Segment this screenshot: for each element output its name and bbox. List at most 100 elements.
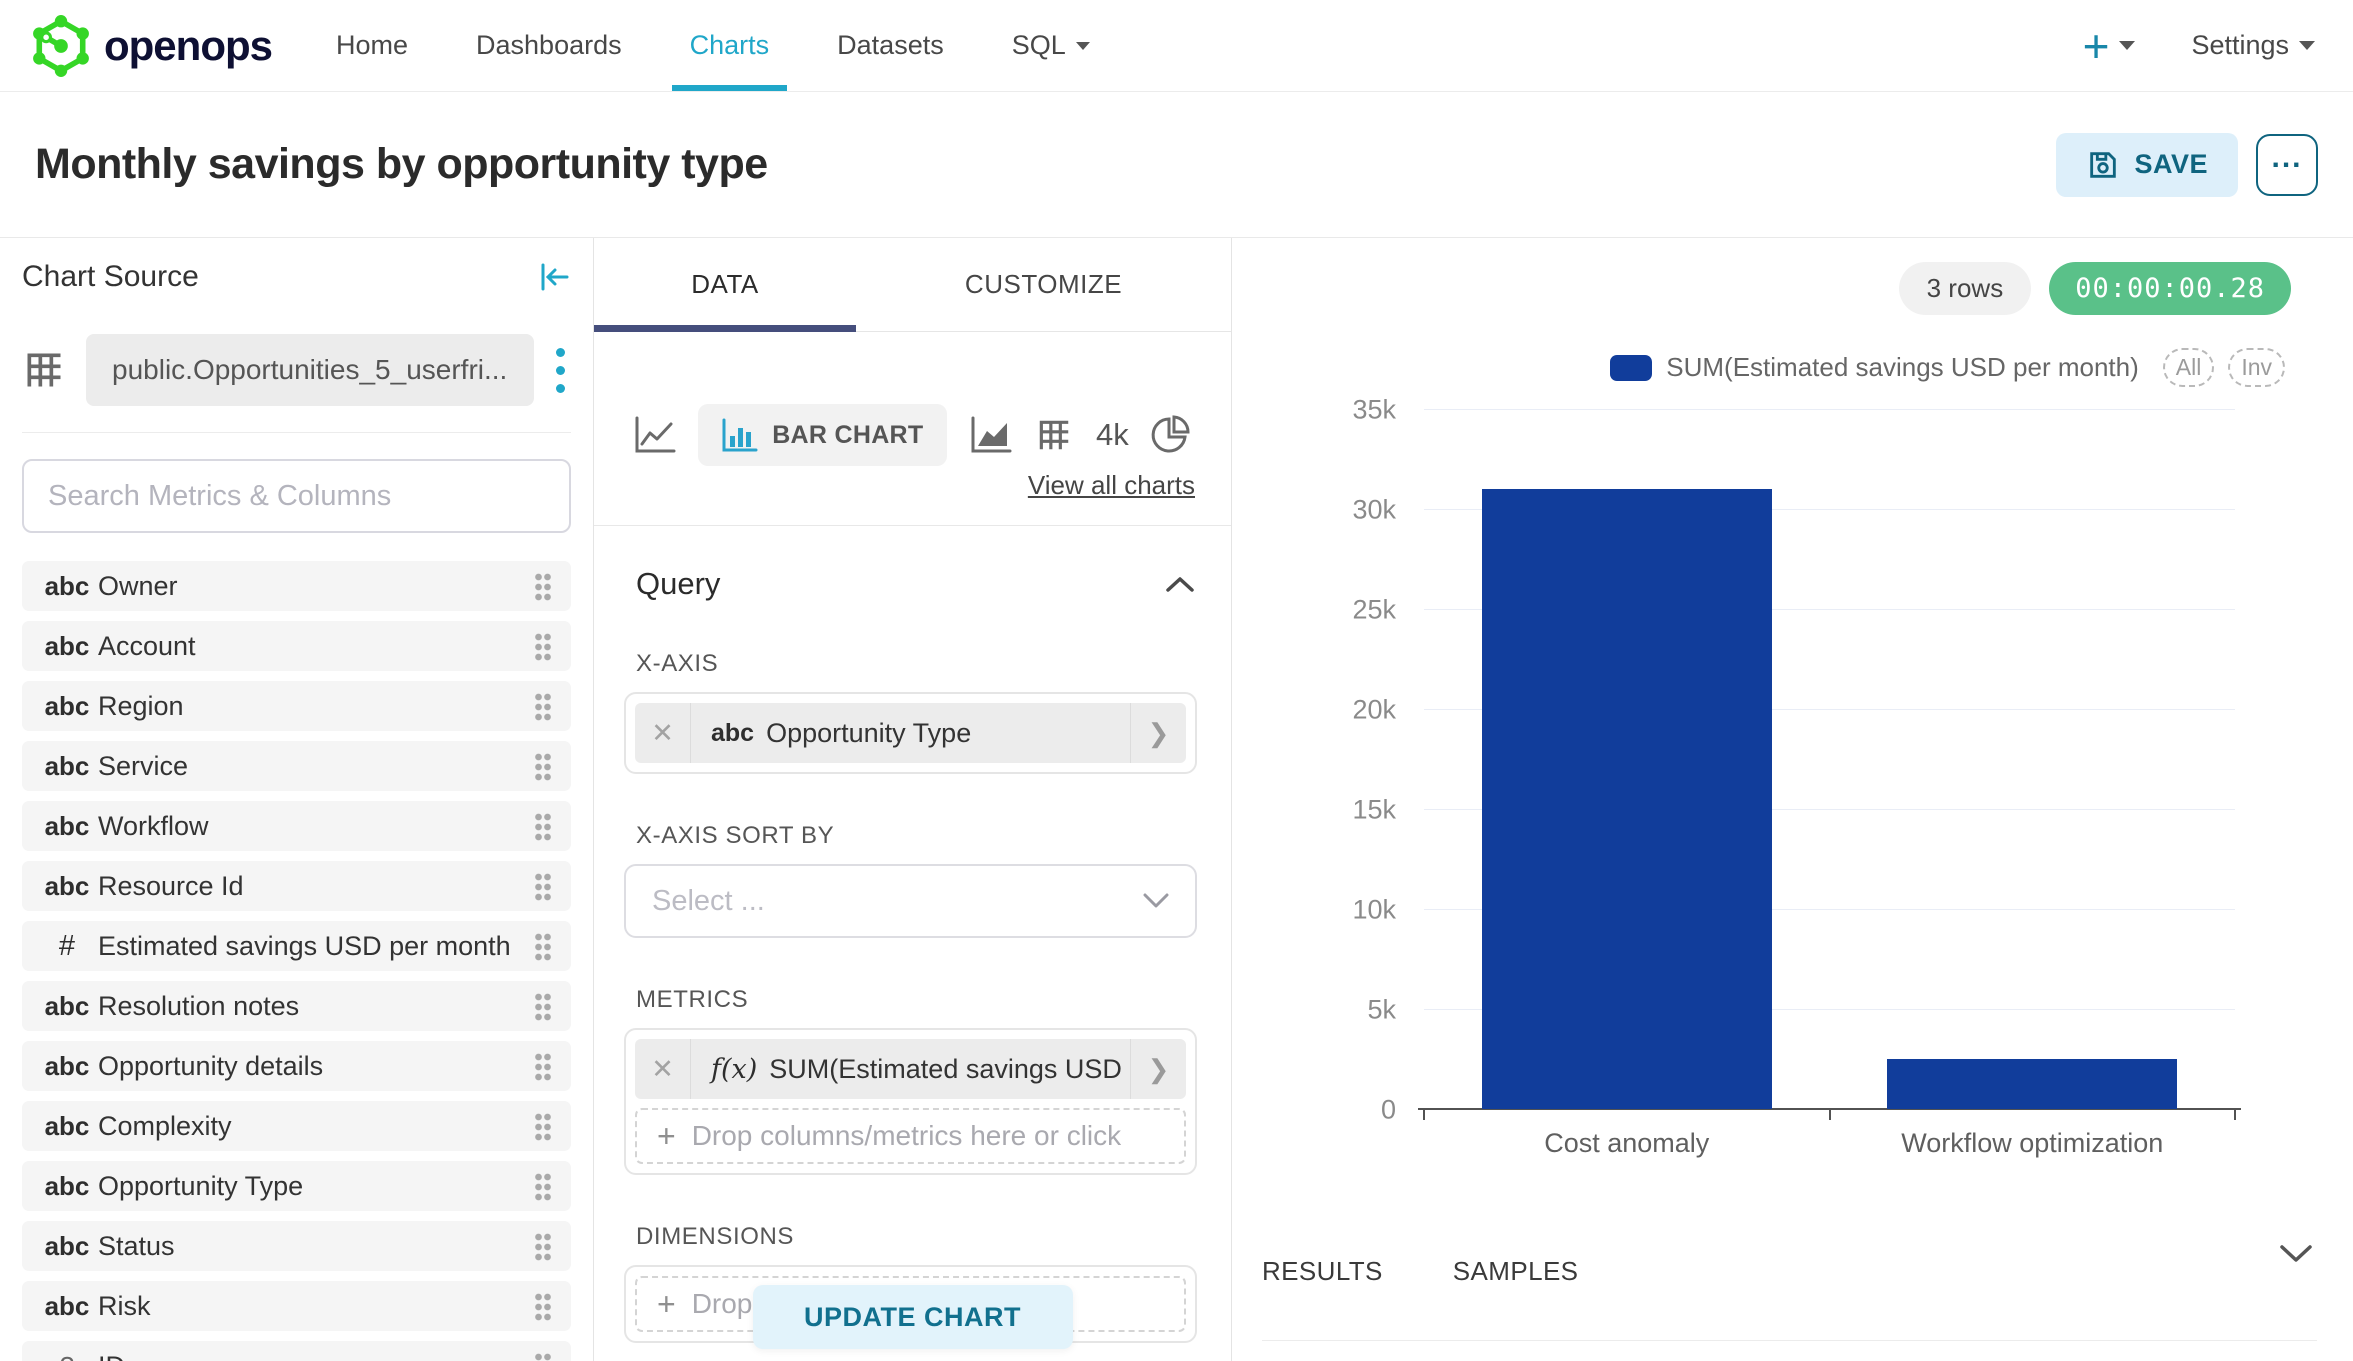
column-item[interactable]: abcRisk xyxy=(22,1281,571,1331)
bar-cost-anomaly[interactable] xyxy=(1482,489,1772,1109)
y-axis-tick-label: 15k xyxy=(1352,795,1396,826)
metric-expand-icon[interactable]: ❯ xyxy=(1130,1039,1186,1099)
drag-handle-icon[interactable] xyxy=(534,572,551,601)
chart-type-row: BAR CHART 4k xyxy=(634,404,1191,466)
tab-results[interactable]: RESULTS xyxy=(1262,1256,1383,1287)
nav-item-charts[interactable]: Charts xyxy=(690,0,770,91)
save-button[interactable]: SAVE xyxy=(2056,133,2238,197)
column-item[interactable]: abcAccount xyxy=(22,621,571,671)
columns-list: abcOwner abcAccount abcRegion abcService abc… xyxy=(22,561,571,1361)
x-axis-control: ✕ abc Opportunity Type ❯ xyxy=(624,692,1197,774)
y-axis-tick-label: 25k xyxy=(1352,595,1396,626)
dataset-table-icon xyxy=(22,348,66,392)
new-item-button[interactable]: + xyxy=(2083,23,2136,69)
legend-inv-button[interactable]: Inv xyxy=(2228,348,2285,387)
column-item[interactable]: abcComplexity xyxy=(22,1101,571,1151)
column-item[interactable]: abcService xyxy=(22,741,571,791)
y-axis-tick-label: 10k xyxy=(1352,895,1396,926)
column-item[interactable]: abcWorkflow xyxy=(22,801,571,851)
y-axis-tick-label: 30k xyxy=(1352,495,1396,526)
column-label: Account xyxy=(98,631,534,662)
more-options-button[interactable]: ... xyxy=(2256,134,2318,196)
dimensions-drop-plus-icon: + xyxy=(657,1288,676,1320)
drag-handle-icon[interactable] xyxy=(534,632,551,661)
column-item[interactable]: abcRegion xyxy=(22,681,571,731)
drag-handle-icon[interactable] xyxy=(534,932,551,961)
metric-value-pill[interactable]: ✕ f(x) SUM(Estimated savings USD per m..… xyxy=(635,1039,1186,1099)
tab-data[interactable]: DATA xyxy=(594,238,856,331)
drag-handle-icon[interactable] xyxy=(534,992,551,1021)
view-all-charts-link[interactable]: View all charts xyxy=(1028,470,1195,500)
column-item[interactable]: abcOpportunity details xyxy=(22,1041,571,1091)
x-axis-sort-select[interactable]: Select ... xyxy=(624,864,1197,938)
metrics-search[interactable] xyxy=(22,459,571,533)
area-chart-icon[interactable] xyxy=(970,416,1012,454)
column-item[interactable]: ?ID xyxy=(22,1341,571,1361)
tab-customize[interactable]: CUSTOMIZE xyxy=(856,238,1231,331)
column-item[interactable]: #Estimated savings USD per month xyxy=(22,921,571,971)
unknown-type-icon: ? xyxy=(36,1351,98,1361)
openops-logo[interactable]: openops xyxy=(30,15,272,77)
drag-handle-icon[interactable] xyxy=(534,752,551,781)
drag-handle-icon[interactable] xyxy=(534,1112,551,1141)
bar-chart-type-button[interactable]: BAR CHART xyxy=(698,404,947,466)
bar-chart-label: BAR CHART xyxy=(772,421,923,450)
nav-item-dashboards[interactable]: Dashboards xyxy=(476,0,622,91)
pie-chart-icon[interactable] xyxy=(1151,415,1191,455)
builder-tabbar: DATA CUSTOMIZE xyxy=(594,238,1231,332)
plus-caret-icon xyxy=(2119,41,2135,50)
query-collapse-icon[interactable] xyxy=(1165,575,1195,593)
metrics-label: METRICS xyxy=(636,986,1195,1014)
nav-item-sql[interactable]: SQL xyxy=(1012,0,1090,91)
big-number-chart-icon[interactable]: 4k xyxy=(1096,417,1129,453)
collapse-panel-icon[interactable] xyxy=(539,262,571,292)
column-item[interactable]: abcResolution notes xyxy=(22,981,571,1031)
metrics-drop-zone[interactable]: + Drop columns/metrics here or click xyxy=(635,1108,1186,1164)
save-button-label: SAVE xyxy=(2134,149,2208,180)
x-axis-expand-icon[interactable]: ❯ xyxy=(1130,703,1186,763)
collapse-results-icon[interactable] xyxy=(2279,1244,2313,1264)
line-chart-icon[interactable] xyxy=(634,416,676,454)
remove-metric-icon[interactable]: ✕ xyxy=(635,1039,691,1099)
nav-item-datasets[interactable]: Datasets xyxy=(837,0,944,91)
column-item[interactable]: abcStatus xyxy=(22,1221,571,1271)
top-nav: openops Home Dashboards Charts Datasets … xyxy=(0,0,2353,92)
dataset-row: public.Opportunities_5_userfri... xyxy=(22,334,571,406)
legend-all-button[interactable]: All xyxy=(2163,348,2215,387)
column-label: Opportunity details xyxy=(98,1051,534,1082)
save-icon xyxy=(2086,148,2120,182)
drag-handle-icon[interactable] xyxy=(534,1052,551,1081)
x-axis-tick xyxy=(1423,1110,1425,1120)
drag-handle-icon[interactable] xyxy=(534,1292,551,1321)
dataset-menu-icon[interactable] xyxy=(550,342,571,399)
settings-menu[interactable]: Settings xyxy=(2191,30,2315,61)
drag-handle-icon[interactable] xyxy=(534,812,551,841)
dataset-name[interactable]: public.Opportunities_5_userfri... xyxy=(86,334,534,406)
drag-handle-icon[interactable] xyxy=(534,692,551,721)
builder-divider xyxy=(594,525,1231,526)
y-axis-tick-label: 5k xyxy=(1367,995,1396,1026)
drag-handle-icon[interactable] xyxy=(534,1352,551,1361)
tab-samples[interactable]: SAMPLES xyxy=(1453,1256,1579,1287)
column-item[interactable]: abcOwner xyxy=(22,561,571,611)
drag-handle-icon[interactable] xyxy=(534,1172,551,1201)
x-axis-value: Opportunity Type xyxy=(766,718,1130,749)
column-label: Owner xyxy=(98,571,534,602)
update-chart-button[interactable]: UPDATE CHART xyxy=(753,1285,1073,1349)
legend-swatch[interactable] xyxy=(1610,355,1652,381)
drag-handle-icon[interactable] xyxy=(534,872,551,901)
column-item[interactable]: abcResource Id xyxy=(22,861,571,911)
query-timer-badge[interactable]: 00:00:00.28 xyxy=(2049,262,2291,315)
drag-handle-icon[interactable] xyxy=(534,1232,551,1261)
legend-series-label[interactable]: SUM(Estimated savings USD per month) xyxy=(1666,352,2138,383)
bar-workflow-optimization[interactable] xyxy=(1887,1059,2177,1109)
remove-x-axis-icon[interactable]: ✕ xyxy=(635,703,691,763)
x-axis-value-pill[interactable]: ✕ abc Opportunity Type ❯ xyxy=(635,703,1186,763)
page-title: Monthly savings by opportunity type xyxy=(35,140,768,189)
column-label: Estimated savings USD per month xyxy=(98,931,534,962)
nav-item-home[interactable]: Home xyxy=(336,0,408,91)
column-item[interactable]: abcOpportunity Type xyxy=(22,1161,571,1211)
table-chart-icon[interactable] xyxy=(1034,416,1074,454)
metrics-search-input[interactable] xyxy=(48,480,545,513)
y-axis-tick-label: 20k xyxy=(1352,695,1396,726)
